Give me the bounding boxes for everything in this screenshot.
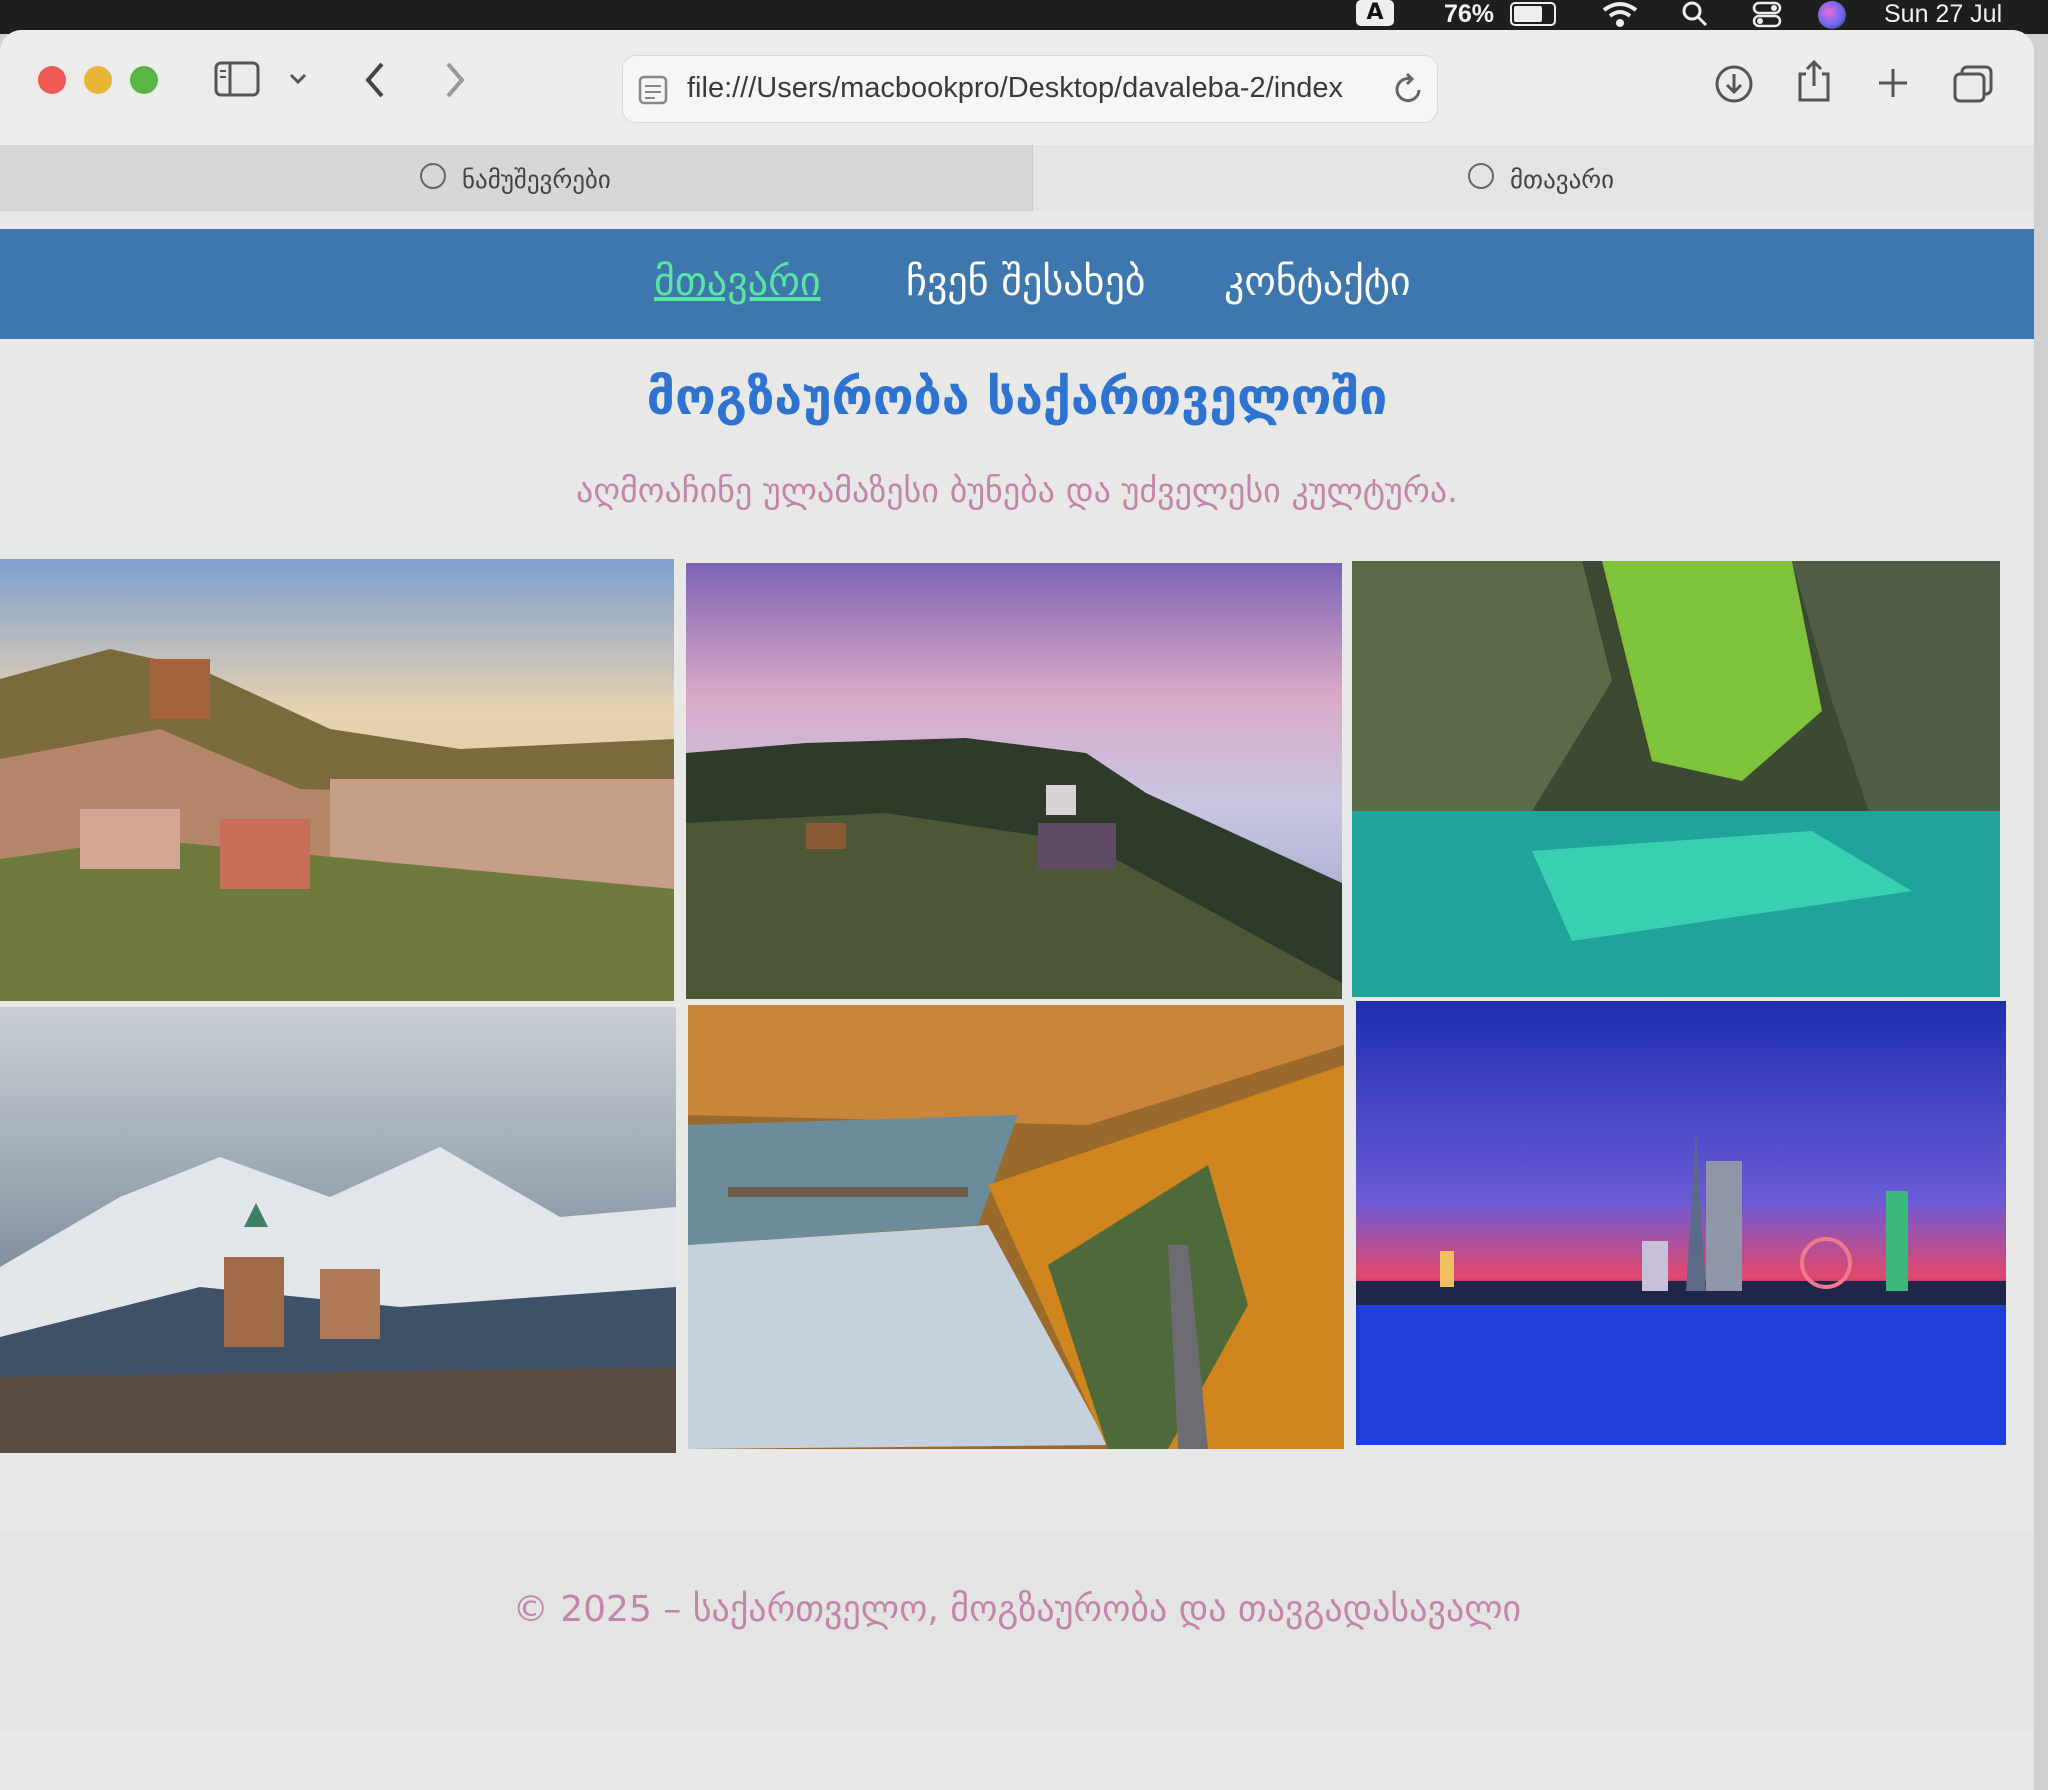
- new-tab-icon[interactable]: [1876, 66, 1910, 100]
- page-heading: მოგზაურობა საქართველოში: [646, 368, 1388, 426]
- battery-icon[interactable]: [1510, 2, 1556, 26]
- autumn-lake-forest-photo[interactable]: [688, 1005, 1344, 1449]
- compass-icon: [1468, 163, 1494, 189]
- canyon-river-image: [1352, 561, 2000, 997]
- control-center-icon[interactable]: [1752, 0, 1782, 30]
- menubar-clock: Sun 27 Jul: [1884, 0, 2003, 28]
- nav-contact-link[interactable]: კონტაქტი: [1224, 259, 1411, 305]
- input-source-badge[interactable]: A: [1356, 0, 1394, 26]
- green-canyon-river-photo[interactable]: [1352, 561, 2000, 997]
- sidebar-icon[interactable]: [214, 61, 260, 97]
- site-nav: მთავარი ჩვენ შესახებ კონტაქტი: [0, 229, 2034, 339]
- battery-percent: 76%: [1444, 0, 1495, 28]
- tab-works[interactable]: ნამუშევრები: [0, 145, 1033, 211]
- tab-bar: ნამუშევრები × მთავარი: [0, 145, 2034, 212]
- tab-overview-icon[interactable]: [1952, 64, 1994, 104]
- old-tbilisi-photo[interactable]: [0, 559, 674, 1001]
- wifi-icon[interactable]: [1600, 0, 1640, 30]
- browser-toolbar: file:///Users/macbookpro/Desktop/davaleb…: [0, 30, 2034, 145]
- autumn-lake-image: [688, 1005, 1344, 1449]
- forward-icon[interactable]: [442, 60, 468, 100]
- siri-icon[interactable]: [1818, 1, 1846, 29]
- back-icon[interactable]: [362, 60, 388, 100]
- chevron-down-icon[interactable]: [288, 72, 308, 86]
- share-icon[interactable]: [1796, 58, 1832, 104]
- batumi-night-skyline-photo[interactable]: [1356, 1001, 2006, 1445]
- compass-icon: [420, 163, 446, 189]
- nav-about-link[interactable]: ჩვენ შესახებ: [906, 259, 1145, 305]
- minimize-window-button[interactable]: [84, 66, 112, 94]
- close-window-button[interactable]: [38, 66, 66, 94]
- macos-menu-bar: A 76% Sun 27 Jul: [0, 0, 2048, 34]
- page-icon: [638, 75, 668, 105]
- download-icon[interactable]: [1714, 64, 1754, 104]
- page-subtitle: აღმოაჩინე ულამაზესი ბუნება და უძველესი კ…: [576, 471, 1458, 511]
- url-text[interactable]: file:///Users/macbookpro/Desktop/davaleb…: [687, 72, 1377, 105]
- tab-label: მთავარი: [1510, 165, 1615, 194]
- misty-village-image: [686, 563, 1342, 999]
- snowy-mountain-church-photo[interactable]: [0, 1007, 676, 1453]
- mountain-church-image: [0, 1007, 676, 1453]
- footer: [0, 1531, 2034, 1731]
- batumi-skyline-image: [1356, 1001, 2006, 1445]
- misty-highland-village-photo[interactable]: [686, 563, 1342, 999]
- tab-label: ნამუშევრები: [462, 165, 611, 194]
- tab-home[interactable]: მთავარი: [1033, 145, 2034, 211]
- reload-icon[interactable]: [1393, 72, 1425, 106]
- web-page: მთავარი ჩვენ შესახებ კონტაქტი მოგზაურობა…: [0, 211, 2034, 1790]
- nav-home-link[interactable]: მთავარი: [654, 259, 821, 305]
- old-tbilisi-image: [0, 559, 674, 1001]
- safari-window: file:///Users/macbookpro/Desktop/davaleb…: [0, 30, 2034, 1790]
- zoom-window-button[interactable]: [130, 66, 158, 94]
- address-bar[interactable]: file:///Users/macbookpro/Desktop/davaleb…: [622, 55, 1438, 123]
- footer-text: © 2025 – საქართველო, მოგზაურობა და თავგა…: [512, 1589, 1522, 1630]
- spotlight-search-icon[interactable]: [1680, 0, 1710, 30]
